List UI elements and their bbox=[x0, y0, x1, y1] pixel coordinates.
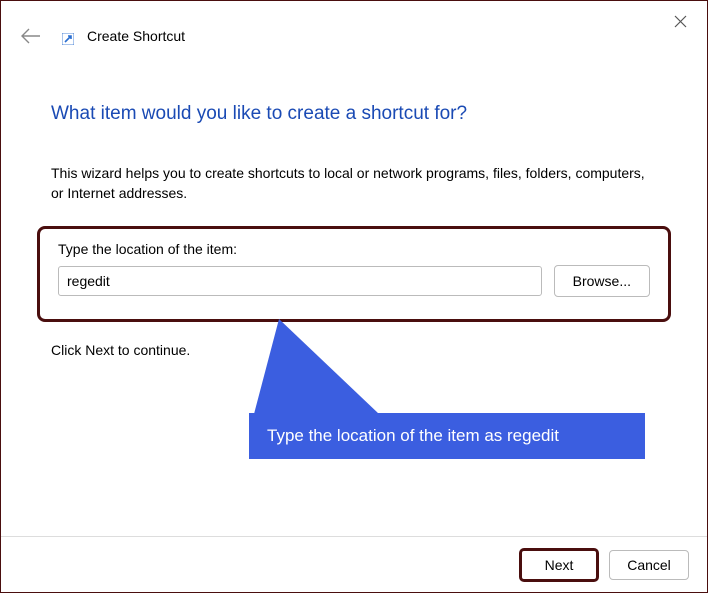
dialog-content: What item would you like to create a sho… bbox=[1, 61, 707, 358]
annotation-callout: Type the location of the item as regedit bbox=[249, 413, 645, 459]
next-button[interactable]: Next bbox=[519, 548, 599, 582]
dialog-footer: Next Cancel bbox=[1, 536, 707, 592]
description-text: This wizard helps you to create shortcut… bbox=[51, 163, 657, 204]
location-section-highlight: Type the location of the item: Browse... bbox=[37, 226, 671, 322]
location-input[interactable] bbox=[58, 266, 542, 296]
titlebar: Create Shortcut bbox=[1, 1, 707, 61]
page-heading: What item would you like to create a sho… bbox=[51, 103, 657, 125]
back-arrow-icon[interactable] bbox=[15, 22, 47, 50]
callout-text: Type the location of the item as regedit bbox=[267, 426, 559, 446]
dialog-title: Create Shortcut bbox=[87, 28, 185, 44]
close-icon[interactable] bbox=[674, 15, 687, 32]
location-input-row: Browse... bbox=[58, 265, 650, 297]
shortcut-icon bbox=[61, 32, 75, 46]
browse-button[interactable]: Browse... bbox=[554, 265, 650, 297]
cancel-button[interactable]: Cancel bbox=[609, 550, 689, 580]
location-label: Type the location of the item: bbox=[58, 241, 650, 257]
